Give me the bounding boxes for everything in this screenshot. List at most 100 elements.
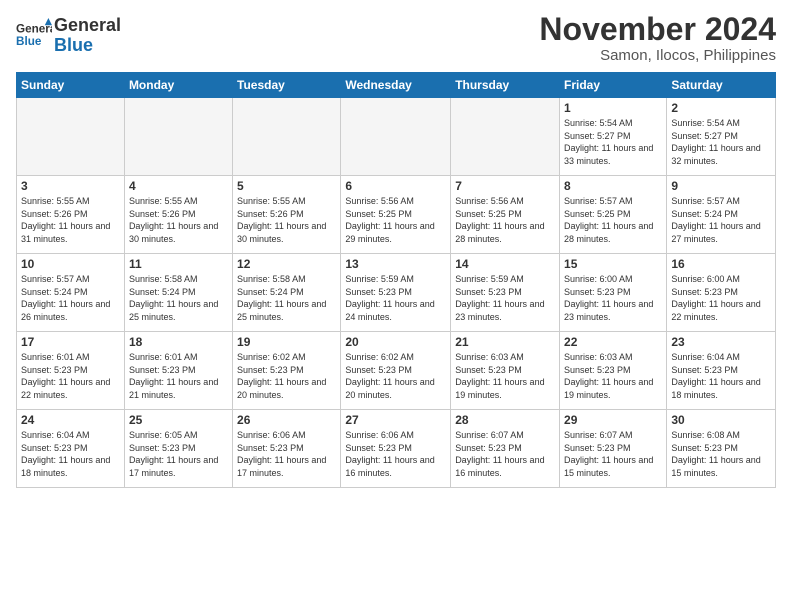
day-info: Sunrise: 6:01 AMSunset: 5:23 PMDaylight:… [21, 351, 120, 401]
day-number: 15 [564, 257, 662, 271]
day-number: 21 [455, 335, 555, 349]
page-container: General Blue General Blue November 2024 … [0, 0, 792, 496]
calendar-day-cell: 6 Sunrise: 5:56 AMSunset: 5:25 PMDaylight… [341, 176, 451, 254]
calendar-day-cell: 28 Sunrise: 6:07 AMSunset: 5:23 PMDayligh… [451, 410, 560, 488]
calendar-day-cell: 17 Sunrise: 6:01 AMSunset: 5:23 PMDayligh… [17, 332, 125, 410]
calendar-week-row: 17 Sunrise: 6:01 AMSunset: 5:23 PMDayligh… [17, 332, 776, 410]
calendar-day-cell: 24 Sunrise: 6:04 AMSunset: 5:23 PMDayligh… [17, 410, 125, 488]
day-info: Sunrise: 6:07 AMSunset: 5:23 PMDaylight:… [564, 429, 662, 479]
calendar-day-cell: 16 Sunrise: 6:00 AMSunset: 5:23 PMDayligh… [667, 254, 776, 332]
col-saturday: Saturday [667, 73, 776, 98]
day-info: Sunrise: 5:57 AMSunset: 5:24 PMDaylight:… [671, 195, 771, 245]
day-number: 6 [345, 179, 446, 193]
calendar-day-cell: 10 Sunrise: 5:57 AMSunset: 5:24 PMDayligh… [17, 254, 125, 332]
month-title: November 2024 [539, 12, 776, 47]
day-number: 12 [237, 257, 336, 271]
day-info: Sunrise: 5:55 AMSunset: 5:26 PMDaylight:… [237, 195, 336, 245]
day-info: Sunrise: 5:54 AMSunset: 5:27 PMDaylight:… [671, 117, 771, 167]
day-info: Sunrise: 6:00 AMSunset: 5:23 PMDaylight:… [671, 273, 771, 323]
calendar-day-cell [233, 98, 341, 176]
day-number: 10 [21, 257, 120, 271]
day-number: 5 [237, 179, 336, 193]
day-number: 13 [345, 257, 446, 271]
day-number: 14 [455, 257, 555, 271]
day-info: Sunrise: 5:56 AMSunset: 5:25 PMDaylight:… [345, 195, 446, 245]
calendar-day-cell: 7 Sunrise: 5:56 AMSunset: 5:25 PMDaylight… [451, 176, 560, 254]
day-number: 29 [564, 413, 662, 427]
calendar-week-row: 1 Sunrise: 5:54 AMSunset: 5:27 PMDaylight… [17, 98, 776, 176]
calendar-day-cell: 1 Sunrise: 5:54 AMSunset: 5:27 PMDaylight… [560, 98, 667, 176]
day-number: 8 [564, 179, 662, 193]
day-info: Sunrise: 6:06 AMSunset: 5:23 PMDaylight:… [345, 429, 446, 479]
day-number: 25 [129, 413, 228, 427]
day-info: Sunrise: 5:57 AMSunset: 5:24 PMDaylight:… [21, 273, 120, 323]
logo-name: General Blue [54, 16, 121, 56]
day-info: Sunrise: 5:57 AMSunset: 5:25 PMDaylight:… [564, 195, 662, 245]
day-number: 16 [671, 257, 771, 271]
day-number: 2 [671, 101, 771, 115]
calendar-day-cell: 30 Sunrise: 6:08 AMSunset: 5:23 PMDayligh… [667, 410, 776, 488]
day-info: Sunrise: 5:55 AMSunset: 5:26 PMDaylight:… [21, 195, 120, 245]
calendar-day-cell: 26Sunrise: 6:06 AMSunset: 5:23 PMDayligh… [233, 410, 341, 488]
day-info: Sunrise: 6:04 AMSunset: 5:23 PMDaylight:… [671, 351, 771, 401]
calendar-week-row: 24 Sunrise: 6:04 AMSunset: 5:23 PMDayligh… [17, 410, 776, 488]
calendar-day-cell: 2 Sunrise: 5:54 AMSunset: 5:27 PMDaylight… [667, 98, 776, 176]
col-friday: Friday [560, 73, 667, 98]
logo: General Blue General Blue [16, 16, 121, 56]
day-number: 20 [345, 335, 446, 349]
calendar-day-cell: 25 Sunrise: 6:05 AMSunset: 5:23 PMDayligh… [124, 410, 232, 488]
calendar-week-row: 3 Sunrise: 5:55 AMSunset: 5:26 PMDaylight… [17, 176, 776, 254]
day-number: 4 [129, 179, 228, 193]
day-info: Sunrise: 6:03 AMSunset: 5:23 PMDaylight:… [564, 351, 662, 401]
day-info: Sunrise: 6:08 AMSunset: 5:23 PMDaylight:… [671, 429, 771, 479]
day-info: Sunrise: 5:58 AMSunset: 5:24 PMDaylight:… [237, 273, 336, 323]
day-number: 23 [671, 335, 771, 349]
day-number: 28 [455, 413, 555, 427]
day-number: 22 [564, 335, 662, 349]
day-number: 19 [237, 335, 336, 349]
calendar-day-cell: 4 Sunrise: 5:55 AMSunset: 5:26 PMDaylight… [124, 176, 232, 254]
day-info: Sunrise: 6:02 AMSunset: 5:23 PMDaylight:… [345, 351, 446, 401]
day-number: 3 [21, 179, 120, 193]
logo-icon: General Blue [16, 18, 52, 54]
calendar-day-cell: 29 Sunrise: 6:07 AMSunset: 5:23 PMDayligh… [560, 410, 667, 488]
calendar-day-cell: 3 Sunrise: 5:55 AMSunset: 5:26 PMDaylight… [17, 176, 125, 254]
calendar-day-cell: 23 Sunrise: 6:04 AMSunset: 5:23 PMDayligh… [667, 332, 776, 410]
day-number: 9 [671, 179, 771, 193]
day-info: Sunrise: 5:55 AMSunset: 5:26 PMDaylight:… [129, 195, 228, 245]
calendar-day-cell: 5 Sunrise: 5:55 AMSunset: 5:26 PMDaylight… [233, 176, 341, 254]
calendar-day-cell: 21Sunrise: 6:03 AMSunset: 5:23 PMDayligh… [451, 332, 560, 410]
col-tuesday: Tuesday [233, 73, 341, 98]
day-info: Sunrise: 6:04 AMSunset: 5:23 PMDaylight:… [21, 429, 120, 479]
day-number: 1 [564, 101, 662, 115]
day-info: Sunrise: 6:06 AMSunset: 5:23 PMDaylight:… [237, 429, 336, 479]
calendar-day-cell: 14Sunrise: 5:59 AMSunset: 5:23 PMDayligh… [451, 254, 560, 332]
svg-text:Blue: Blue [16, 35, 42, 48]
day-info: Sunrise: 6:05 AMSunset: 5:23 PMDaylight:… [129, 429, 228, 479]
calendar-day-cell: 15Sunrise: 6:00 AMSunset: 5:23 PMDayligh… [560, 254, 667, 332]
page-header: General Blue General Blue November 2024 … [16, 12, 776, 64]
calendar-day-cell: 19 Sunrise: 6:02 AMSunset: 5:23 PMDayligh… [233, 332, 341, 410]
day-number: 17 [21, 335, 120, 349]
day-number: 30 [671, 413, 771, 427]
calendar-day-cell: 18Sunrise: 6:01 AMSunset: 5:23 PMDayligh… [124, 332, 232, 410]
calendar-day-cell: 8 Sunrise: 5:57 AMSunset: 5:25 PMDaylight… [560, 176, 667, 254]
day-number: 24 [21, 413, 120, 427]
calendar-day-cell [124, 98, 232, 176]
calendar-day-cell: 9 Sunrise: 5:57 AMSunset: 5:24 PMDaylight… [667, 176, 776, 254]
day-number: 7 [455, 179, 555, 193]
day-info: Sunrise: 6:02 AMSunset: 5:23 PMDaylight:… [237, 351, 336, 401]
calendar-week-row: 10 Sunrise: 5:57 AMSunset: 5:24 PMDayligh… [17, 254, 776, 332]
location-subtitle: Samon, Ilocos, Philippines [539, 47, 776, 64]
day-number: 18 [129, 335, 228, 349]
day-info: Sunrise: 5:54 AMSunset: 5:27 PMDaylight:… [564, 117, 662, 167]
calendar-day-cell: 13Sunrise: 5:59 AMSunset: 5:23 PMDayligh… [341, 254, 451, 332]
calendar-day-cell [341, 98, 451, 176]
day-info: Sunrise: 5:56 AMSunset: 5:25 PMDaylight:… [455, 195, 555, 245]
col-wednesday: Wednesday [341, 73, 451, 98]
day-info: Sunrise: 6:07 AMSunset: 5:23 PMDaylight:… [455, 429, 555, 479]
calendar-header-row: Sunday Monday Tuesday Wednesday Thursday… [17, 73, 776, 98]
calendar-day-cell: 11Sunrise: 5:58 AMSunset: 5:24 PMDayligh… [124, 254, 232, 332]
col-sunday: Sunday [17, 73, 125, 98]
col-thursday: Thursday [451, 73, 560, 98]
